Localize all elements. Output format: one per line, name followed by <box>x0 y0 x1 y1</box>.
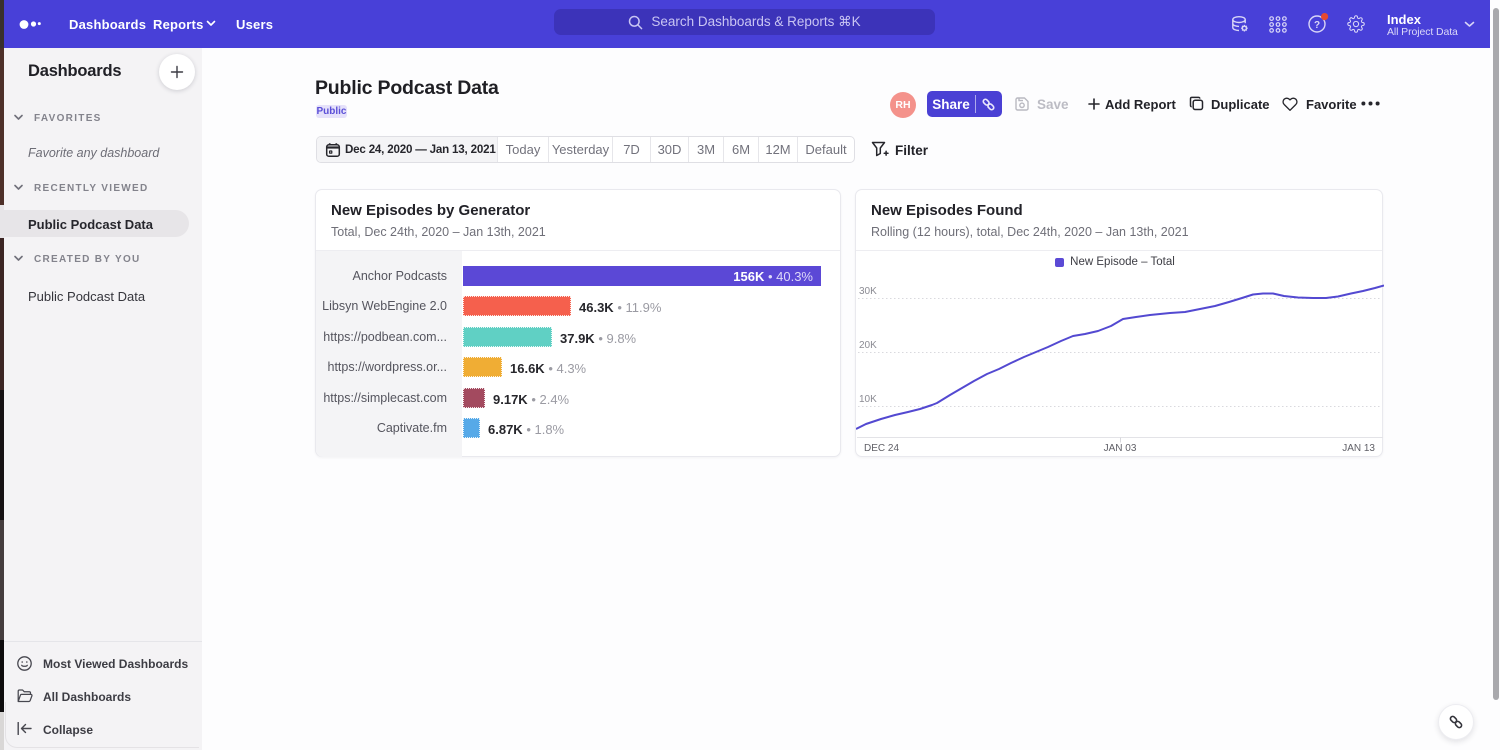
svg-text:DEC 24: DEC 24 <box>864 443 899 454</box>
svg-text:JAN 03: JAN 03 <box>1104 443 1137 454</box>
svg-text:20K: 20K <box>859 340 877 351</box>
svg-text:?: ? <box>1314 20 1320 31</box>
svg-text:30K: 30K <box>859 286 877 297</box>
svg-text:10K: 10K <box>859 394 877 405</box>
svg-text:JAN 13: JAN 13 <box>1342 443 1375 454</box>
